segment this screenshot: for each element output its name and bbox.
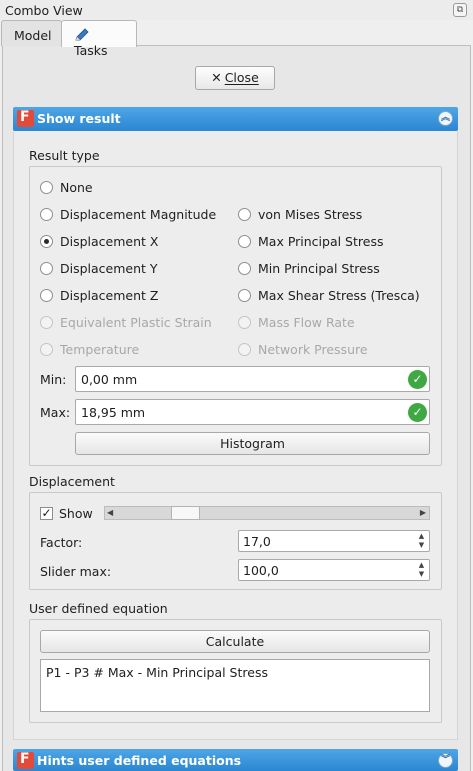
radio-indicator [40,181,53,194]
radio-label: Displacement Z [60,288,159,303]
radio-indicator [238,289,251,302]
radio-label: Min Principal Stress [258,261,380,276]
radio-indicator [238,262,251,275]
max-value: 18,95 mm [81,405,146,420]
radio-label: Displacement X [60,234,159,249]
dock-title: Combo View [5,3,83,18]
tab-tasks[interactable]: Tasks [61,20,137,58]
factor-value: 17,0 [243,534,271,549]
radio-indicator [40,316,53,329]
radio-label: von Mises Stress [258,207,363,222]
arrow-left-icon[interactable]: ◀ [107,507,113,519]
displacement-slider[interactable]: ◀ ▶ [104,506,430,520]
checkmark-icon: ✓ [408,403,427,422]
show-label: Show [59,506,93,521]
min-input[interactable]: 0,00 mm ✓ [75,366,430,392]
tab-model-label: Model [14,28,52,43]
calculate-button[interactable]: Calculate [40,630,430,653]
tab-tasks-label: Tasks [74,43,108,58]
spin-arrows-icon[interactable]: ▲ ▼ [416,561,427,579]
hints-header[interactable]: F Hints user defined equations ︾ [13,749,458,771]
result-type-title: Result type [29,148,100,163]
undock-icon[interactable]: ⧉ [453,3,467,17]
user-equation-title: User defined equation [29,601,168,616]
radio-label: Network Pressure [258,342,368,357]
factor-spinbox[interactable]: 17,0 ▲ ▼ [238,530,430,552]
radio-label: Max Principal Stress [258,234,384,249]
show-result-header[interactable]: F Show result ︽ [13,107,458,131]
radio-indicator-checked [40,235,53,248]
min-label: Min: [40,372,67,387]
close-button[interactable]: ✕ Close [195,66,275,90]
factor-label: Factor: [40,535,83,550]
histogram-button-label: Histogram [220,436,285,451]
tab-model[interactable]: Model [1,20,62,46]
radio-indicator [238,208,251,221]
histogram-button[interactable]: Histogram [75,432,430,455]
calculate-button-label: Calculate [205,634,265,649]
show-checkbox[interactable]: ✓ [40,507,53,520]
checkmark-icon: ✓ [408,370,427,389]
spin-arrows-icon[interactable]: ▲ ▼ [416,532,427,550]
radio-label: Max Shear Stress (Tresca) [258,288,420,303]
radio-label: None [60,180,93,195]
check-icon: ✓ [41,506,52,520]
radio-label: Mass Flow Rate [258,315,355,330]
slider-max-label: Slider max: [40,564,112,579]
radio-label: Temperature [60,342,140,357]
displacement-title: Displacement [29,474,115,489]
radio-indicator [40,289,53,302]
chevron-up-icon[interactable]: ︽ [438,111,453,126]
slider-max-spinbox[interactable]: 100,0 ▲ ▼ [238,559,430,581]
radio-indicator [40,208,53,221]
close-button-label: Close [224,70,259,85]
radio-indicator [40,343,53,356]
radio-label: Displacement Magnitude [60,207,217,222]
equation-text: P1 - P3 # Max - Min Principal Stress [46,665,268,680]
radio-indicator [40,262,53,275]
max-input[interactable]: 18,95 mm ✓ [75,399,430,425]
x-icon: ✕ [211,70,222,85]
radio-indicator [238,316,251,329]
radio-label: Displacement Y [60,261,158,276]
hints-title: Hints user defined equations [37,753,242,768]
radio-indicator [238,343,251,356]
equation-textarea[interactable]: P1 - P3 # Max - Min Principal Stress [40,659,430,712]
show-result-title: Show result [37,111,121,126]
max-label: Max: [40,405,71,420]
slider-max-value: 100,0 [243,563,279,578]
chevron-down-icon[interactable]: ︾ [438,753,453,768]
radio-indicator [238,235,251,248]
freecad-logo-icon: F [17,751,34,769]
slider-handle[interactable] [171,506,201,520]
radio-label: Equivalent Plastic Strain [60,315,212,330]
freecad-logo-icon: F [17,109,34,127]
pencil-icon [75,28,89,41]
arrow-right-icon[interactable]: ▶ [420,507,426,519]
min-value: 0,00 mm [81,372,138,387]
